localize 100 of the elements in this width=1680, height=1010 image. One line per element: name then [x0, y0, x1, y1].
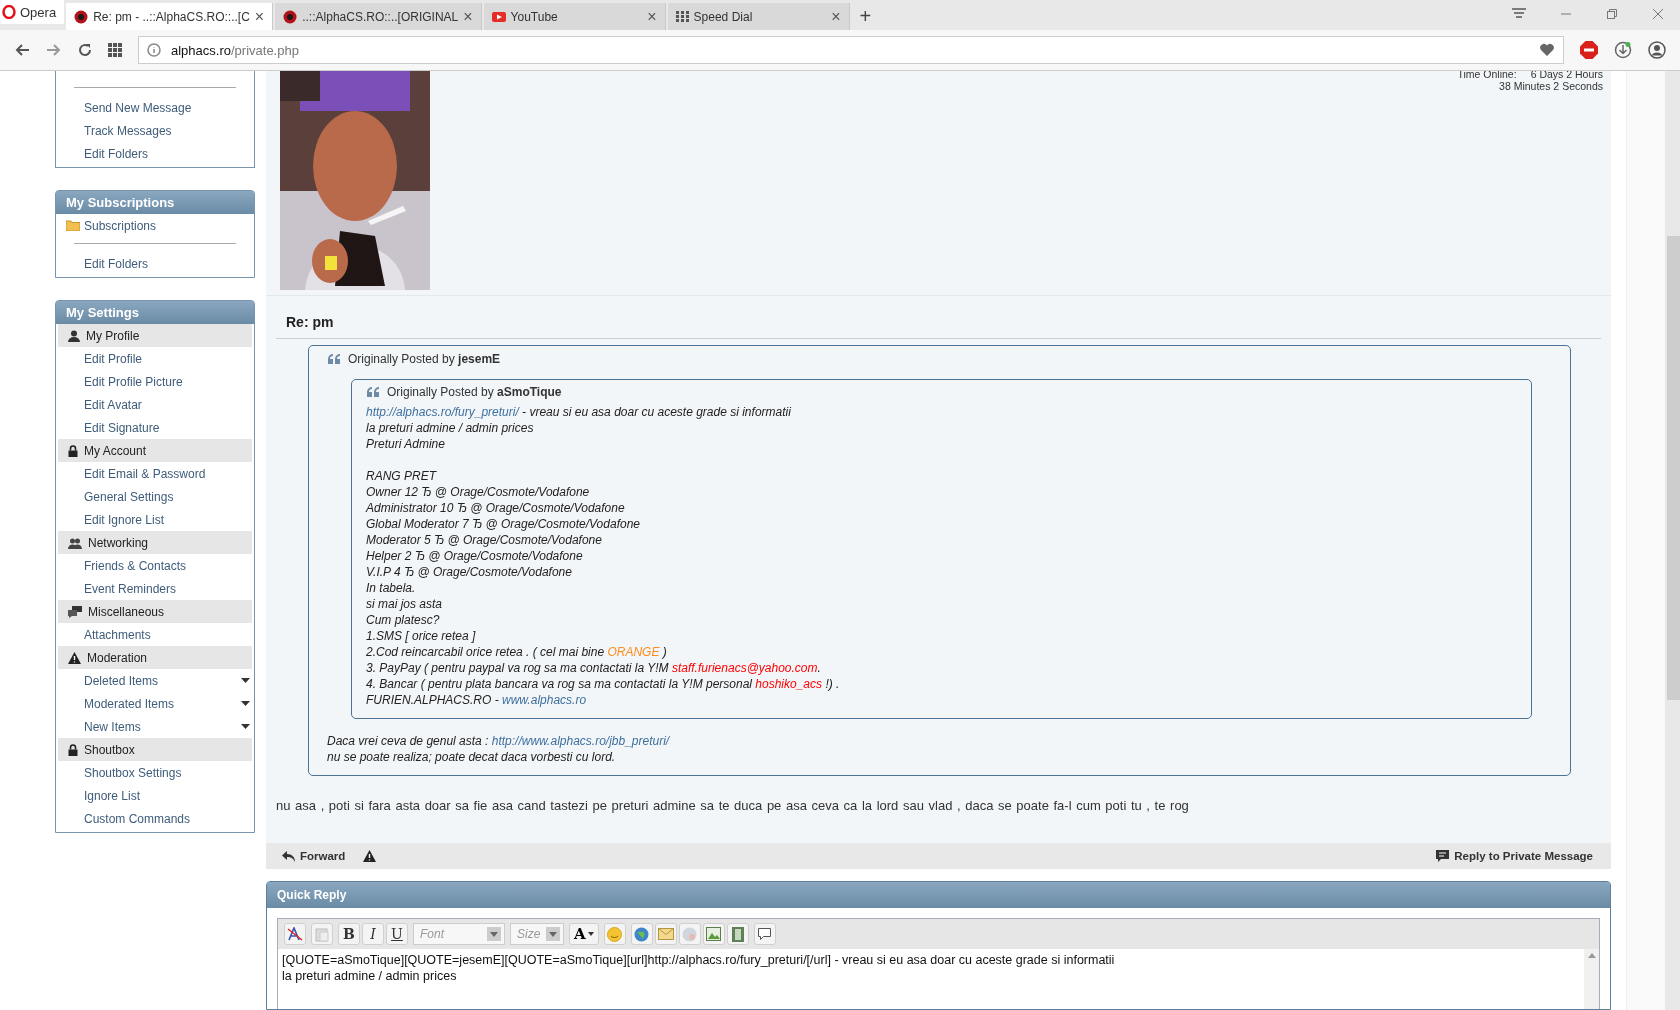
format-button[interactable]: I	[362, 923, 384, 945]
tab-title: Re: pm - ..::AlphaCS.RO::..[C	[93, 9, 250, 24]
sidebar-link[interactable]: Send New Message	[56, 96, 254, 119]
caret-icon[interactable]	[241, 724, 250, 729]
tab-title: YouTube	[510, 9, 559, 24]
sidebar-link[interactable]: Track Messages	[56, 119, 254, 142]
browser-tab[interactable]: YouTube ×	[483, 3, 666, 30]
link[interactable]: www.alphacs.ro	[502, 693, 587, 707]
email-button[interactable]	[654, 923, 677, 945]
close-tab-button[interactable]: ×	[463, 7, 473, 26]
remove-format-button[interactable]	[284, 923, 306, 945]
new-tab-button[interactable]: +	[851, 5, 880, 30]
format-button[interactable]: B	[338, 923, 360, 945]
browser-tab[interactable]: ..::AlphaCS.RO::..[ORIGINAL ×	[275, 3, 482, 30]
sidebar-link[interactable]: General Settings	[56, 485, 254, 508]
scrollbar[interactable]	[1665, 71, 1680, 1010]
envelope-icon	[657, 928, 674, 940]
sidebar-link[interactable]: Event Reminders	[56, 577, 254, 600]
opera-menu-button[interactable]: Opera	[0, 0, 65, 24]
close-icon[interactable]	[1652, 8, 1664, 20]
text-color-button[interactable]: A	[569, 923, 599, 945]
close-tab-button[interactable]: ×	[831, 7, 841, 26]
quote-attribution: Originally Posted by aSmoTique	[387, 385, 562, 399]
sidebar-link[interactable]: Friends & Contacts	[56, 554, 254, 577]
forward-icon[interactable]	[46, 43, 62, 57]
ad-block-icon[interactable]	[1580, 41, 1598, 59]
sidebar-section[interactable]: Miscellaneous	[58, 600, 252, 623]
quote-line: Preturi Admine	[366, 436, 446, 452]
restore-icon[interactable]	[1606, 8, 1618, 20]
opera-logo-icon	[2, 5, 16, 19]
post-title: Re: pm	[276, 310, 1601, 339]
warning-icon[interactable]	[363, 850, 377, 862]
reply-button[interactable]: Reply to Private Message	[1436, 850, 1593, 862]
format-button[interactable]: U	[386, 923, 408, 945]
film-icon	[731, 926, 744, 942]
sidebar-section[interactable]: My Account	[58, 439, 252, 462]
quote-line: http://alphacs.ro/fury_preturi/ - vreau si eu asa doar cu aceste grade si informatii	[366, 404, 792, 420]
forward-button[interactable]: Forward	[282, 850, 346, 862]
reload-icon[interactable]	[78, 43, 92, 57]
sidebar-link[interactable]: Deleted Items	[56, 669, 254, 692]
sidebar-link[interactable]: Edit Ignore List	[56, 508, 254, 531]
message-text: nu asa , poti si fara asta doar sa fie asa cand tastezi pe preturi admine sa te duca pe asa ceva ca la lord sau vlad , daca se poate fa-l cum poti tu , te rog	[276, 797, 1190, 813]
quote-icon	[366, 387, 380, 397]
caret-icon[interactable]	[241, 678, 250, 683]
sidebar-link[interactable]: Custom Commands	[56, 807, 254, 830]
sidebar-link[interactable]: Edit Signature	[56, 416, 254, 439]
quote-button[interactable]	[753, 923, 776, 945]
scroll-thumb[interactable]	[1667, 236, 1680, 700]
video-button[interactable]	[726, 923, 749, 945]
tab-menu-icon[interactable]	[1512, 8, 1526, 20]
sidebar-link[interactable]: Subscriptions	[56, 214, 254, 237]
play-icon	[491, 11, 506, 22]
scrollbar[interactable]	[1584, 949, 1599, 1009]
scroll-up-icon[interactable]	[1587, 953, 1596, 958]
quote-line: Daca vrei ceva de genul asta : http://www.alphacs.ro/jbb_preturi/	[327, 733, 671, 749]
quote-line: V.I.P 4 Ђ @ Orage/Cosmote/Vodafone	[366, 564, 573, 580]
sidebar-section[interactable]: Shoutbox	[58, 738, 252, 761]
time-online-label: Time Online:	[1457, 71, 1517, 80]
caret-icon[interactable]	[241, 701, 250, 706]
quote-line: Global Moderator 7 Ђ @ Orage/Cosmote/Vodafone	[366, 516, 641, 532]
sidebar-section[interactable]: My Profile	[58, 324, 252, 347]
quote-line: Owner 12 Ђ @ Orage/Cosmote/Vodafone	[366, 484, 591, 500]
sidebar-link[interactable]: Ignore List	[56, 784, 254, 807]
sidebar-section[interactable]: Networking	[58, 531, 252, 554]
grid-icon	[675, 11, 689, 22]
quote-line: FURIEN.ALPHACS.RO - www.alphacs.ro	[366, 692, 588, 708]
link-button[interactable]	[630, 923, 653, 945]
heart-icon[interactable]	[1539, 43, 1555, 57]
sidebar-link[interactable]: Edit Profile Picture	[56, 370, 254, 393]
lock-icon	[68, 743, 78, 756]
sidebar-link[interactable]: Edit Folders	[56, 252, 254, 275]
link[interactable]: http://alphacs.ro/fury_preturi/	[366, 405, 519, 419]
browser-tab[interactable]: Re: pm - ..::AlphaCS.RO::..[C ×	[66, 3, 274, 30]
time-online-value: 6 Days 2 Hours	[1530, 71, 1603, 80]
link[interactable]: http://www.alphacs.ro/jbb_preturi/	[491, 734, 670, 748]
quote-line: RANG PRET	[366, 468, 438, 484]
panel-title: My Subscriptions	[56, 191, 254, 214]
image-button[interactable]	[702, 923, 725, 945]
grid-icon[interactable]	[108, 43, 122, 57]
tab-title: Speed Dial	[693, 9, 754, 24]
sidebar-link[interactable]: Edit Folders	[56, 142, 254, 165]
sidebar-section[interactable]: Moderation	[58, 646, 252, 669]
sidebar-link[interactable]: Shoutbox Settings	[56, 761, 254, 784]
sidebar-link[interactable]: Moderated Items	[56, 692, 254, 715]
sidebar-link[interactable]: Edit Avatar	[56, 393, 254, 416]
back-icon[interactable]	[14, 43, 30, 57]
sidebar-link[interactable]: New Items	[56, 715, 254, 738]
account-icon[interactable]	[1648, 41, 1666, 59]
sidebar-link[interactable]: Attachments	[56, 623, 254, 646]
sidebar-link[interactable]: Edit Email & Password	[56, 462, 254, 485]
sidebar-link[interactable]: Edit Profile	[56, 347, 254, 370]
quote-line: nu se poate realiza; poate decat daca vorbesti cu lord.	[327, 749, 617, 765]
folder-icon	[66, 220, 80, 231]
download-icon[interactable]	[1614, 41, 1632, 59]
close-tab-button[interactable]: ×	[254, 7, 265, 26]
address-field[interactable]: alphacs.ro/private.php	[138, 36, 1564, 64]
close-tab-button[interactable]: ×	[647, 7, 657, 26]
panel-title: Quick Reply	[267, 882, 1610, 908]
font-style-icon	[287, 927, 303, 941]
browser-tab[interactable]: Speed Dial ×	[667, 3, 850, 30]
